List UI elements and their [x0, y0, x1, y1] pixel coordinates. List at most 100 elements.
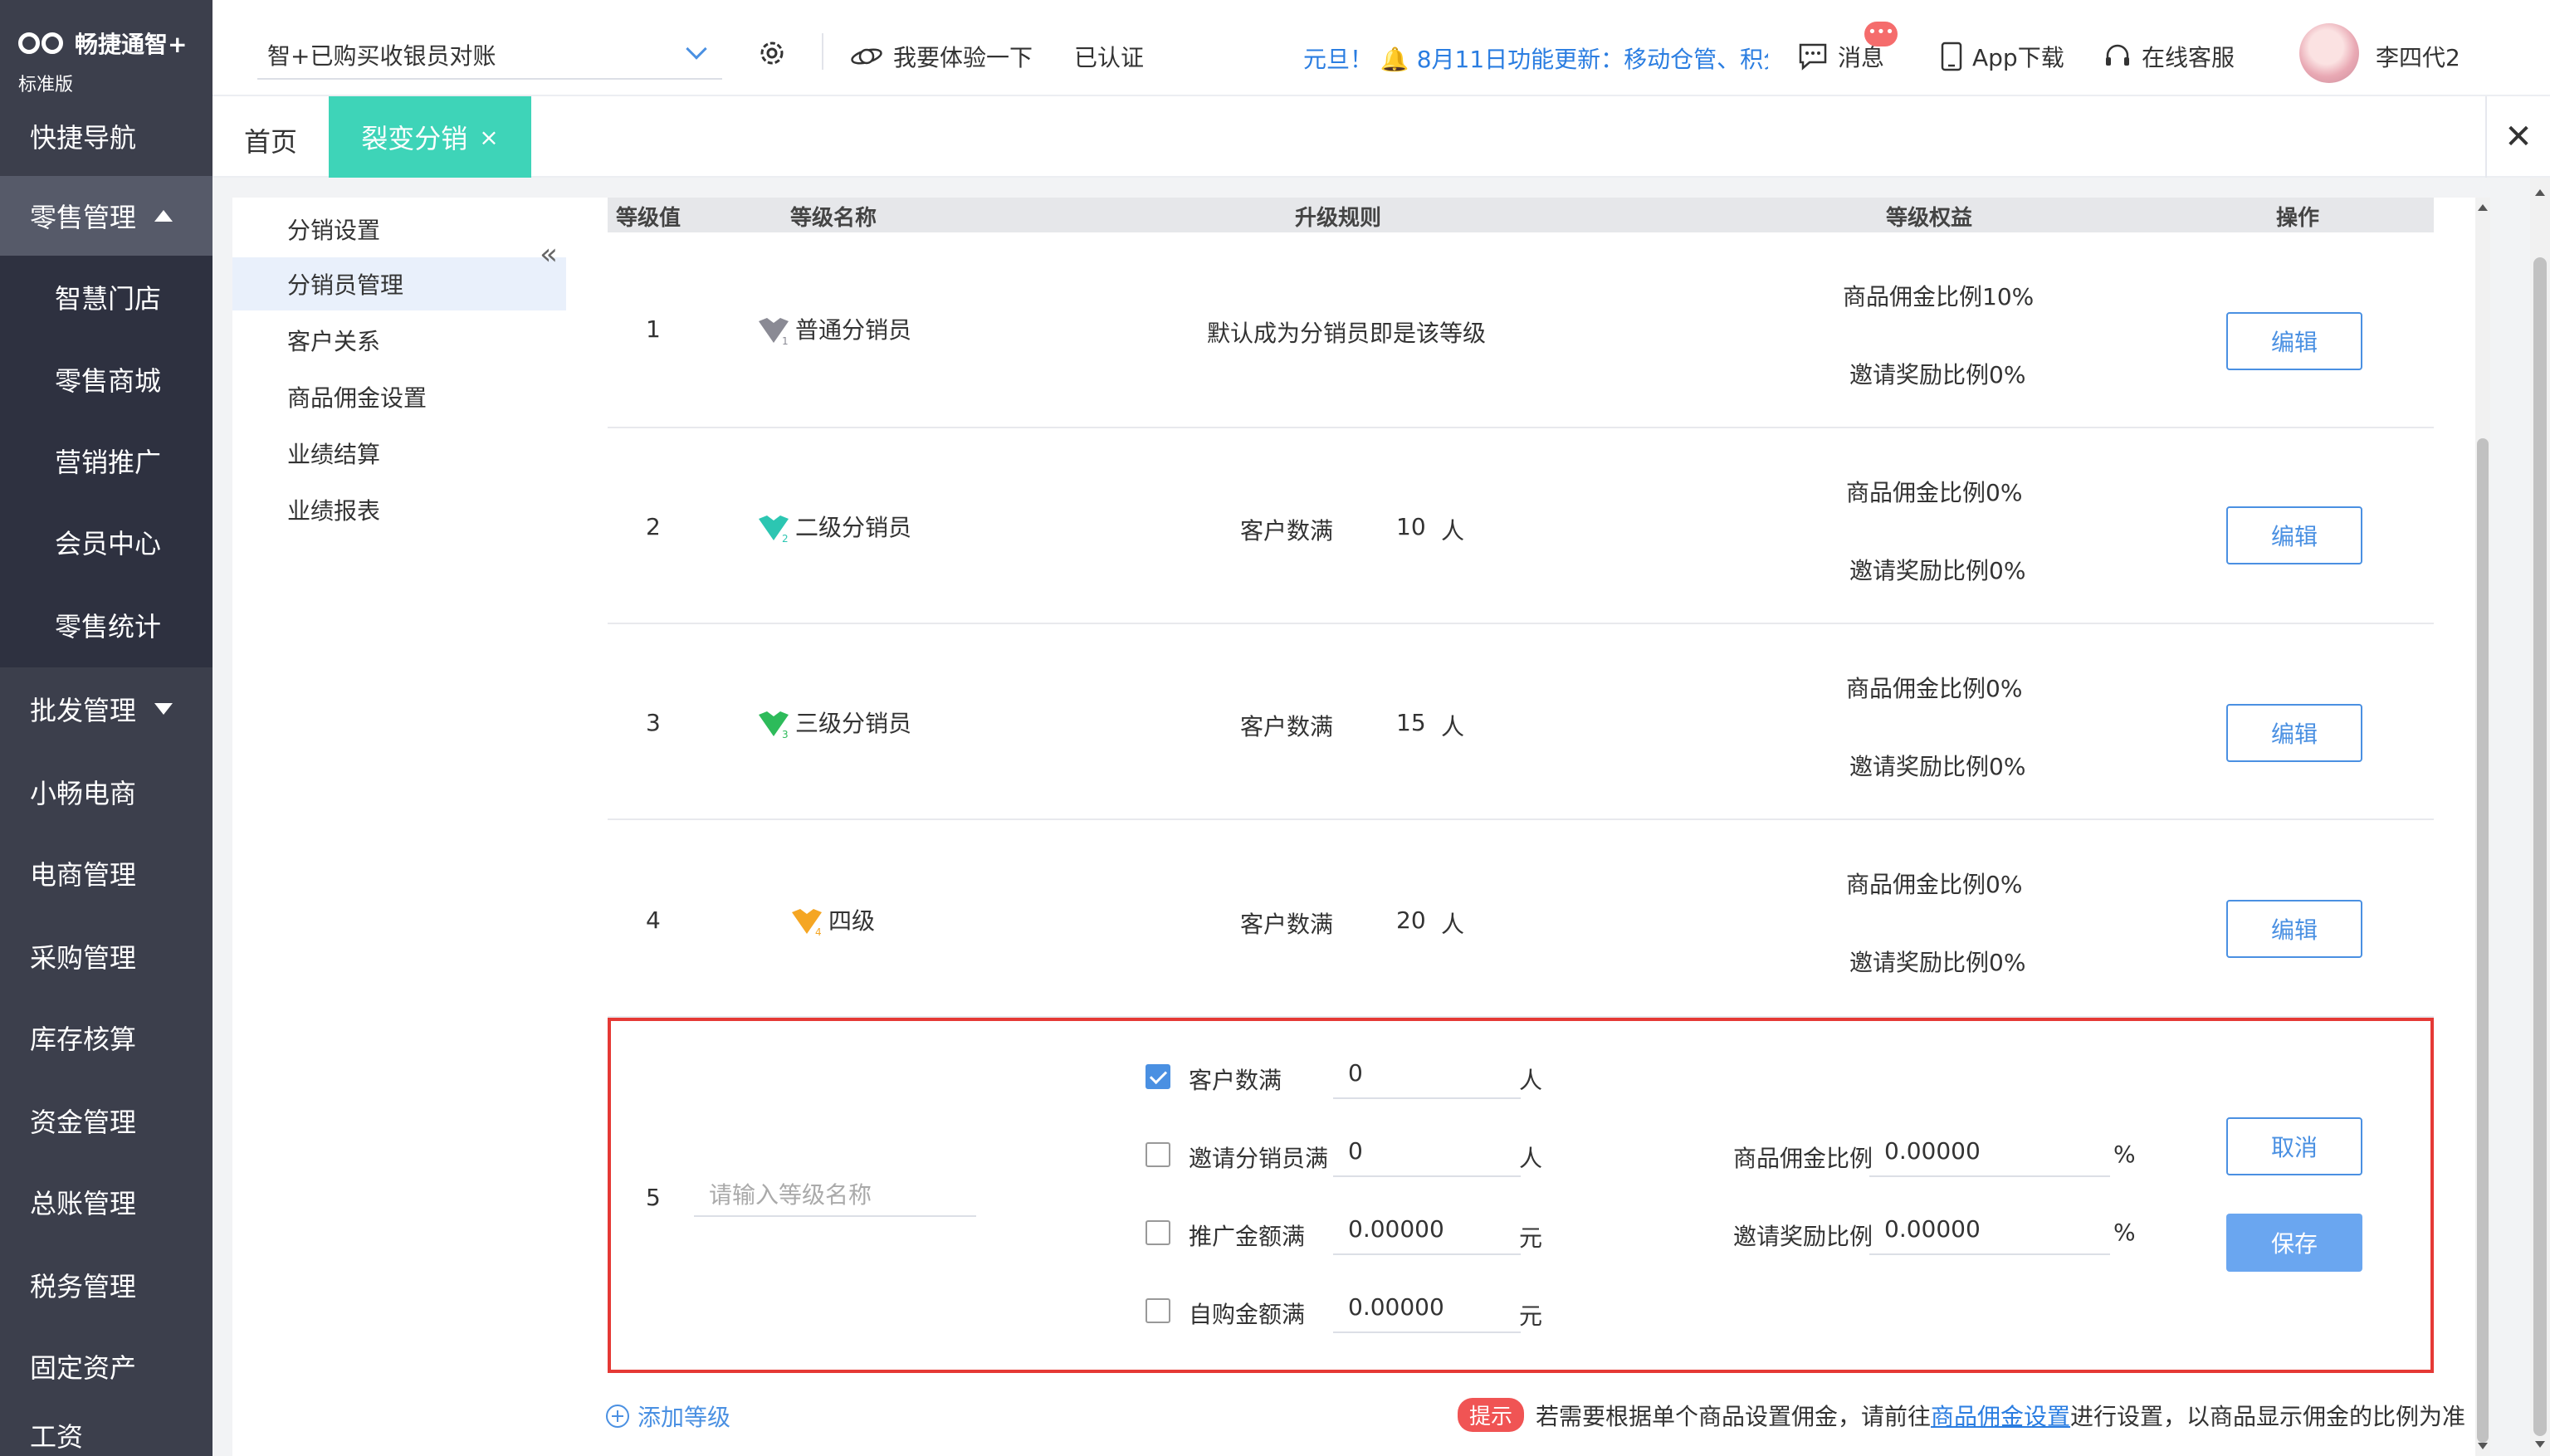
app-download-button[interactable]: App下载 [1941, 40, 2064, 73]
invite-ratio-input[interactable]: 0.00000 [1869, 1209, 2110, 1255]
scroll-up-icon[interactable] [2535, 189, 2545, 196]
sidebar-item-inventory[interactable]: 库存核算 [0, 998, 212, 1077]
invite-distributor-unit: 人 [1519, 1145, 1543, 1172]
header-level-benefits: 等级权益 [1886, 206, 1973, 231]
sidebar-item-funds[interactable]: 资金管理 [0, 1081, 212, 1160]
experience-link[interactable]: 我要体验一下 [850, 40, 1033, 73]
content-scrollbar-thumb[interactable] [2477, 438, 2489, 1443]
new-level-form: 5 请输入等级名称 客户数满 0 人 邀请分销员满 0 人 推广金额满 0.00… [608, 1018, 2434, 1373]
close-icon[interactable]: ✕ [2485, 96, 2550, 178]
svg-text:4: 4 [815, 926, 822, 937]
sidebar-item-retail[interactable]: 零售管理 [0, 176, 212, 256]
upgrade-rule: 默认成为分销员即是该等级 [1207, 320, 1487, 347]
level-value: 1 [646, 315, 661, 343]
sidebar-item-tax[interactable]: 税务管理 [0, 1245, 212, 1325]
phone-icon [1941, 42, 1962, 71]
tab-fission-distribution[interactable]: 裂变分销 × [329, 96, 531, 178]
edit-button[interactable]: 编辑 [2226, 506, 2362, 564]
username[interactable]: 李四代2 [2376, 40, 2460, 73]
promo-amount-checkbox[interactable] [1146, 1220, 1170, 1245]
invite-rate: 邀请奖励比例0% [1849, 361, 2026, 388]
svg-text:2: 2 [782, 533, 789, 544]
scroll-down-icon[interactable] [2535, 1441, 2545, 1448]
tip-badge: 提示 [1458, 1398, 1525, 1432]
tab-home[interactable]: 首页 [244, 121, 297, 159]
sidebar-item-xiaochang-ecom[interactable]: 小畅电商 [0, 752, 212, 832]
promo-amount-input[interactable]: 0.00000 [1333, 1209, 1521, 1255]
svg-text:1: 1 [782, 335, 789, 346]
commission-rate: 商品佣金比例0% [1846, 675, 2023, 702]
logo[interactable]: 畅捷通智+ 标准版 [0, 0, 212, 96]
page-scrollbar-thumb[interactable] [2533, 257, 2547, 1436]
sidebar-item-salary[interactable]: 工资 [0, 1408, 212, 1456]
collapse-icon[interactable]: « [540, 237, 558, 271]
submenu-item-distribution-settings[interactable]: 分销设置 [232, 203, 566, 256]
submenu-item-performance-report[interactable]: 业绩报表 [232, 483, 566, 536]
content-scrollbar[interactable] [2475, 198, 2490, 1456]
level-4-badge-icon: 4 [792, 909, 822, 937]
invite-distributor-input[interactable]: 0 [1333, 1131, 1521, 1177]
sub-menu: 分销设置 分销员管理 客户关系 商品佣金设置 业绩结算 业绩报表 [232, 198, 566, 1456]
level-name: 4 四级 [790, 903, 875, 937]
level-name-input[interactable]: 请输入等级名称 [694, 1170, 976, 1217]
close-tab-icon[interactable]: × [479, 124, 498, 151]
commission-percent: % [2113, 1141, 2136, 1168]
caret-up-icon [154, 210, 173, 222]
table-header: 等级值 等级名称 升级规则 等级权益 操作 [608, 198, 2434, 232]
edit-button[interactable]: 编辑 [2226, 900, 2362, 958]
level-value: 3 [646, 709, 661, 736]
rule-unit: 人 [1441, 517, 1465, 545]
rule-value: 15 [1396, 709, 1426, 736]
page-scrollbar[interactable] [2530, 178, 2550, 1456]
commission-rate: 商品佣金比例10% [1843, 283, 2035, 310]
gear-icon[interactable] [755, 37, 789, 70]
submenu-item-customer-relations[interactable]: 客户关系 [232, 314, 566, 367]
commission-ratio-input[interactable]: 0.00000 [1869, 1131, 2110, 1177]
scroll-down-icon[interactable] [2478, 1443, 2488, 1449]
promo-amount-label: 推广金额满 [1189, 1223, 1306, 1250]
customer-count-input[interactable]: 0 [1333, 1053, 1521, 1099]
rule-value: 20 [1396, 906, 1426, 934]
message-icon [1799, 43, 1827, 71]
main-sidebar: 快捷导航 零售管理 智慧门店 零售商城 营销推广 会员中心 零售统计 批发管理 … [0, 96, 212, 1456]
invite-rate: 邀请奖励比例0% [1849, 753, 2026, 780]
submenu-item-performance-settlement[interactable]: 业绩结算 [232, 427, 566, 480]
scroll-up-icon[interactable] [2478, 204, 2488, 211]
sidebar-item-ledger[interactable]: 总账管理 [0, 1162, 212, 1242]
sidebar-item-wholesale[interactable]: 批发管理 [0, 669, 212, 749]
sidebar-item-purchase[interactable]: 采购管理 [0, 916, 212, 996]
submenu-item-distributor-mgmt[interactable]: 分销员管理 [232, 257, 566, 310]
submenu-item-commission-settings[interactable]: 商品佣金设置 [232, 370, 566, 423]
sidebar-item-ecom-mgmt[interactable]: 电商管理 [0, 833, 212, 913]
self-purchase-checkbox[interactable] [1146, 1298, 1170, 1323]
edition-label: 标准版 [18, 75, 74, 95]
tab-bar: 首页 裂变分销 × ✕ [212, 96, 2550, 178]
tip-message: 提示 若需要根据单个商品设置佣金，请前往商品佣金设置进行设置，以商品显示佣金的比… [1458, 1398, 2465, 1432]
invite-distributor-label: 邀请分销员满 [1189, 1145, 1329, 1172]
sidebar-item-retail-mall[interactable]: 零售商城 [0, 339, 212, 420]
edit-button[interactable]: 编辑 [2226, 312, 2362, 370]
certified-label[interactable]: 已认证 [1074, 40, 1144, 73]
save-button[interactable]: 保存 [2226, 1214, 2362, 1272]
account-select[interactable]: 智+已购买收银员对账 [257, 33, 722, 80]
sidebar-item-marketing[interactable]: 营销推广 [0, 420, 212, 501]
invite-distributor-checkbox[interactable] [1146, 1142, 1170, 1167]
notice-ticker[interactable]: 元旦！ 🔔 8月11日功能更新：移动仓管、积分 [1303, 42, 1768, 75]
sidebar-item-fixed-assets[interactable]: 固定资产 [0, 1327, 212, 1406]
commission-rate: 商品佣金比例0% [1846, 871, 2023, 898]
self-purchase-input[interactable]: 0.00000 [1333, 1287, 1521, 1333]
online-service-button[interactable]: 在线客服 [2103, 40, 2235, 73]
level-value: 4 [646, 906, 661, 934]
customer-count-checkbox[interactable] [1146, 1064, 1170, 1089]
commission-settings-link[interactable]: 商品佣金设置 [1931, 1403, 2070, 1430]
sidebar-item-member-center[interactable]: 会员中心 [0, 501, 212, 583]
edit-button[interactable]: 编辑 [2226, 704, 2362, 762]
cancel-button[interactable]: 取消 [2226, 1117, 2362, 1175]
avatar[interactable] [2299, 23, 2359, 83]
sidebar-item-quick-nav[interactable]: 快捷导航 [0, 96, 212, 176]
sidebar-item-smart-store[interactable]: 智慧门店 [0, 256, 212, 339]
customer-count-label: 客户数满 [1189, 1067, 1282, 1094]
add-level-button[interactable]: 添加等级 [606, 1400, 730, 1433]
planet-icon [851, 48, 882, 65]
sidebar-item-retail-stats[interactable]: 零售统计 [0, 583, 212, 667]
